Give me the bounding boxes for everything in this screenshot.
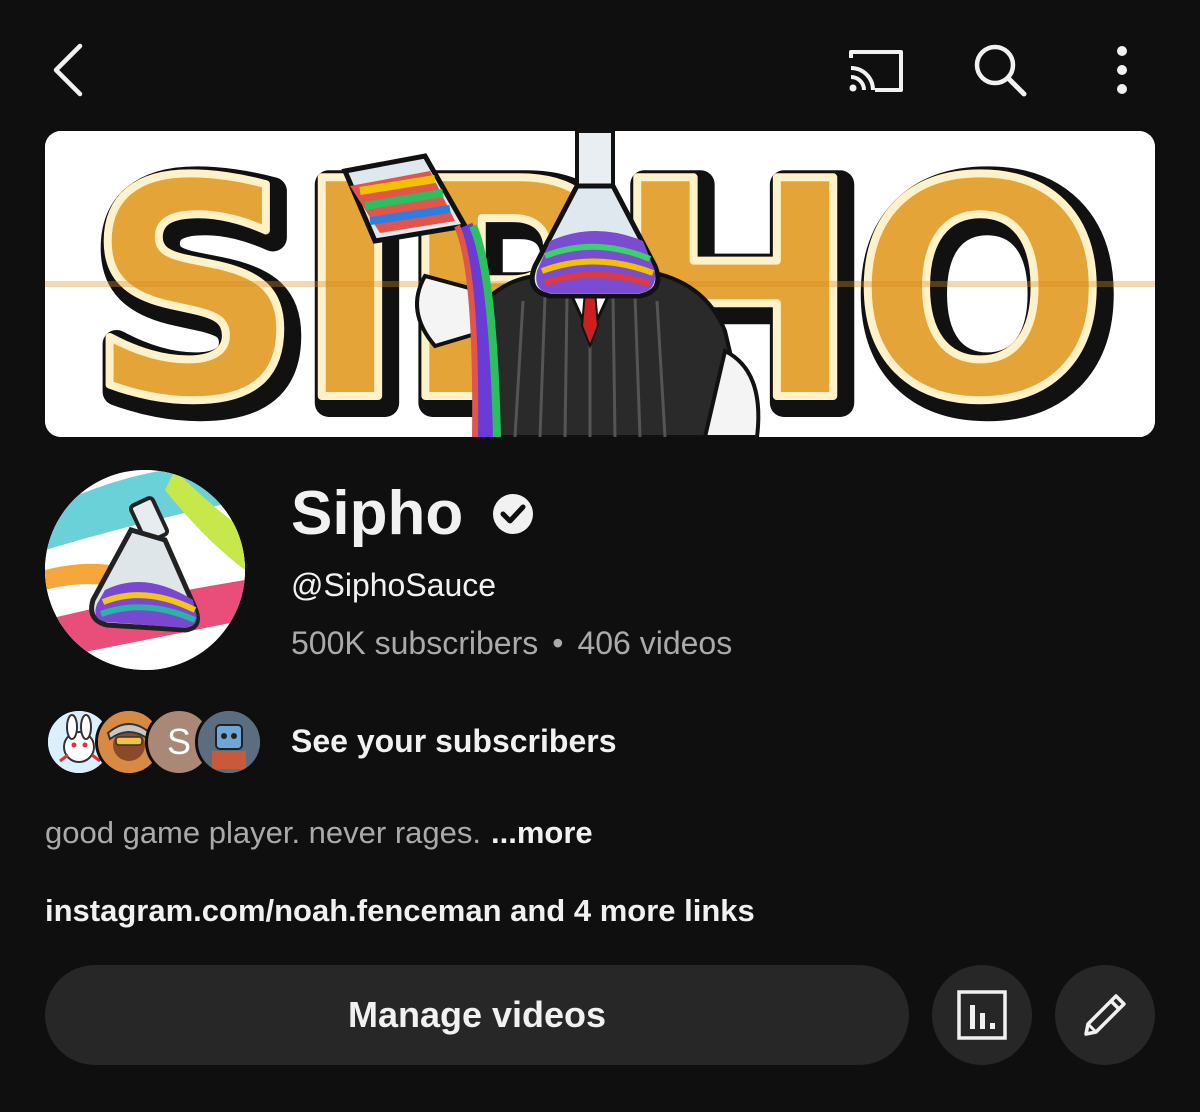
video-count: 406 videos <box>577 625 733 661</box>
channel-description[interactable]: good game player. never rages. ...more <box>45 815 593 851</box>
flask-avatar-image <box>45 470 245 670</box>
subscriber-count: 500K subscribers <box>291 625 539 661</box>
subscriber-initial: S <box>166 721 191 762</box>
stats-separator: • <box>552 625 564 661</box>
back-icon <box>53 43 83 97</box>
more-options-button[interactable] <box>1102 38 1142 102</box>
verified-badge-icon <box>493 493 534 534</box>
pencil-icon <box>1084 994 1126 1036</box>
subscriber-avatar <box>195 708 263 776</box>
edit-channel-button[interactable] <box>1055 965 1155 1065</box>
manage-videos-label: Manage videos <box>347 994 607 1035</box>
analytics-icon <box>957 990 1007 1040</box>
search-button[interactable] <box>968 38 1032 102</box>
channel-handle: @SiphoSauce <box>291 567 497 603</box>
more-vert-icon <box>1117 46 1127 94</box>
see-subscribers-row[interactable]: S See your subscribers <box>45 705 616 777</box>
robot-avatar-image <box>198 711 260 773</box>
channel-banner: SIPHO SIPHO <box>45 131 1155 437</box>
back-button[interactable] <box>40 38 96 102</box>
channel-avatar[interactable] <box>45 470 245 670</box>
analytics-button[interactable] <box>932 965 1032 1065</box>
channel-links[interactable]: instagram.com/noah.fenceman and 4 more l… <box>45 893 755 929</box>
see-subscribers-link[interactable]: See your subscribers <box>291 723 616 760</box>
subscriber-avatars: S <box>45 705 265 777</box>
channel-title: Sipho <box>291 478 535 549</box>
search-icon <box>974 44 1027 97</box>
top-bar <box>0 0 1200 130</box>
banner-art: SIPHO SIPHO <box>45 131 1155 437</box>
description-text: good game player. never rages. <box>45 815 481 850</box>
description-more-link[interactable]: ...more <box>491 815 593 850</box>
channel-stats: 500K subscribers • 406 videos <box>291 625 732 662</box>
cast-icon <box>849 50 903 92</box>
channel-name: Sipho <box>291 479 464 548</box>
cast-button[interactable] <box>842 42 910 100</box>
manage-videos-button[interactable]: Manage videos <box>45 965 909 1065</box>
